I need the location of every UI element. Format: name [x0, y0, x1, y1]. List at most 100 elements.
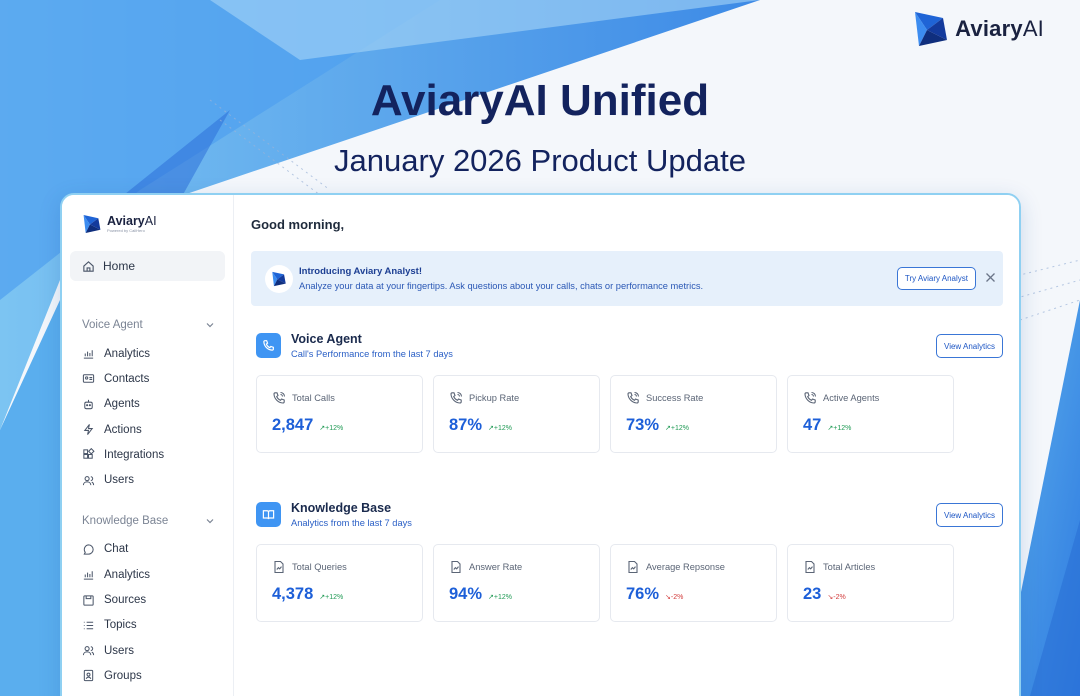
hero-title: AviaryAI Unified [370, 76, 710, 125]
sidebar-item-sources[interactable]: Sources [70, 587, 225, 612]
brand-wordmark: AviaryAI [955, 16, 1044, 41]
sidebar-item-home[interactable]: Home [70, 251, 225, 281]
section-title: Knowledge Base [291, 501, 392, 515]
stat-value: 23 [803, 585, 822, 603]
sidebar-item-groups[interactable]: Groups [70, 663, 225, 688]
section-subtitle: Analytics from the last 7 days [291, 518, 412, 528]
aviary-logo-icon [915, 12, 948, 46]
phone-call-icon [626, 391, 640, 405]
users-icon [82, 474, 95, 487]
sidebar-section-voice-agent[interactable]: Voice Agent [70, 315, 225, 335]
document-chart-icon [272, 560, 286, 574]
stat-delta: ↗+12% [319, 594, 344, 601]
stat-label: Average Repsonse [646, 562, 725, 572]
stat-value: 2,847 [272, 416, 314, 434]
section-title: Voice Agent [82, 319, 143, 331]
stat-delta: ↗+12% [665, 425, 690, 432]
stat-label: Answer Rate [469, 562, 523, 572]
sidebar-item-label: Analytics [104, 347, 151, 360]
list-icon [82, 619, 95, 632]
sidebar-item-label: Chat [104, 543, 129, 556]
try-aviary-analyst-button[interactable]: Try Aviary Analyst [896, 267, 976, 290]
document-chart-icon [803, 560, 817, 574]
sidebar-brand-name: AviaryAI [107, 213, 157, 228]
save-icon [82, 594, 95, 607]
stat-card-answer-rate[interactable]: Answer Rate 94% ↗+12% [433, 544, 600, 622]
stat-value: 4,378 [272, 585, 314, 603]
view-analytics-button[interactable]: View Analytics [936, 334, 1003, 358]
section-title: Knowledge Base [82, 514, 169, 527]
stat-card-pickup-rate[interactable]: Pickup Rate 87% ↗+12% [433, 375, 600, 453]
document-chart-icon [626, 560, 640, 574]
stat-label: Active Agents [823, 393, 880, 403]
users-icon [82, 644, 95, 657]
hero-subtitle: January 2026 Product Update [334, 143, 746, 178]
stat-card-active-agents[interactable]: Active Agents 47 ↗+12% [787, 375, 954, 453]
stat-card-success-rate[interactable]: Success Rate 73% ↗+12% [610, 375, 777, 453]
announcement-banner: Introducing Aviary Analyst! Analyze your… [251, 251, 1003, 306]
banner-description: Analyze your data at your fingertips. As… [299, 281, 704, 291]
phone-icon [256, 333, 281, 358]
app-window: AviaryAI Powered by CallHero Home Voice … [60, 193, 1021, 696]
document-chart-icon [449, 560, 463, 574]
sidebar-item-label: Sources [104, 594, 147, 607]
greeting-text: Good morning, [251, 217, 345, 232]
stat-delta: ↗+12% [488, 425, 513, 432]
lightning-icon [82, 423, 95, 436]
chart-icon [82, 568, 95, 581]
chat-bubble-icon [82, 543, 95, 556]
stat-label: Pickup Rate [469, 393, 520, 403]
aviary-logo-icon [83, 215, 101, 233]
powered-by-text: Powered by CallHero [107, 228, 145, 234]
banner-logo [265, 264, 293, 293]
sidebar-item-label: Integrations [104, 448, 165, 461]
knowledge-base-section-header: Knowledge Base Analytics from the last 7… [251, 501, 1003, 537]
sidebar-item-label: Home [103, 259, 136, 273]
sidebar-item-actions[interactable]: Actions [70, 417, 225, 442]
stat-card-total-articles[interactable]: Total Articles 23 ↘-2% [787, 544, 954, 622]
stat-label: Total Calls [292, 393, 335, 403]
stat-value: 94% [449, 585, 483, 603]
stat-value: 47 [803, 416, 822, 434]
sidebar-item-kb-analytics[interactable]: Analytics [70, 562, 225, 587]
voice-agent-stats: Total Calls 2,847 ↗+12% Pickup Rate 87% ↗+… [256, 375, 1003, 453]
blocks-icon [82, 448, 95, 461]
sidebar-brand[interactable]: AviaryAI Powered by CallHero [70, 211, 225, 237]
stat-delta: ↗+12% [319, 425, 344, 432]
sidebar-item-topics[interactable]: Topics [70, 613, 225, 638]
sidebar-item-label: Agents [104, 398, 140, 411]
sidebar-section-knowledge-base[interactable]: Knowledge Base [70, 511, 225, 531]
aviary-logo-icon [272, 271, 286, 286]
phone-call-icon [449, 391, 463, 405]
sidebar-item-integrations[interactable]: Integrations [70, 442, 225, 467]
stat-card-total-calls[interactable]: Total Calls 2,847 ↗+12% [256, 375, 423, 453]
section-subtitle: Call's Performance from the last 7 days [291, 349, 453, 359]
sidebar-item-analytics[interactable]: Analytics [70, 341, 225, 366]
contact-card-icon [82, 372, 95, 385]
stat-delta: ↘-2% [827, 594, 846, 601]
book-icon [256, 502, 281, 527]
robot-icon [82, 398, 95, 411]
section-title: Voice Agent [291, 332, 362, 346]
stat-label: Total Articles [823, 562, 876, 572]
voice-agent-section-header: Voice Agent Call's Performance from the … [251, 332, 1003, 368]
stat-value: 73% [626, 416, 660, 434]
chevron-down-icon [206, 323, 214, 328]
chart-icon [82, 347, 95, 360]
stat-label: Success Rate [646, 393, 704, 403]
close-icon[interactable] [985, 272, 996, 283]
sidebar-item-agents[interactable]: Agents [70, 392, 225, 417]
sidebar-item-contacts[interactable]: Contacts [70, 366, 225, 391]
stat-value: 76% [626, 585, 660, 603]
sidebar-item-label: Contacts [104, 372, 150, 385]
sidebar-item-label: Users [104, 474, 135, 487]
home-icon [82, 260, 95, 273]
stat-card-average-response[interactable]: Average Repsonse 76% ↘-2% [610, 544, 777, 622]
main-content: Good morning, Introducing Aviary Analyst… [234, 195, 1019, 696]
sidebar-item-kb-users[interactable]: Users [70, 638, 225, 663]
stat-value: 87% [449, 416, 483, 434]
sidebar-item-users[interactable]: Users [70, 467, 225, 492]
view-analytics-button[interactable]: View Analytics [936, 503, 1003, 527]
stat-card-total-queries[interactable]: Total Queries 4,378 ↗+12% [256, 544, 423, 622]
sidebar-item-chat[interactable]: Chat [70, 537, 225, 562]
